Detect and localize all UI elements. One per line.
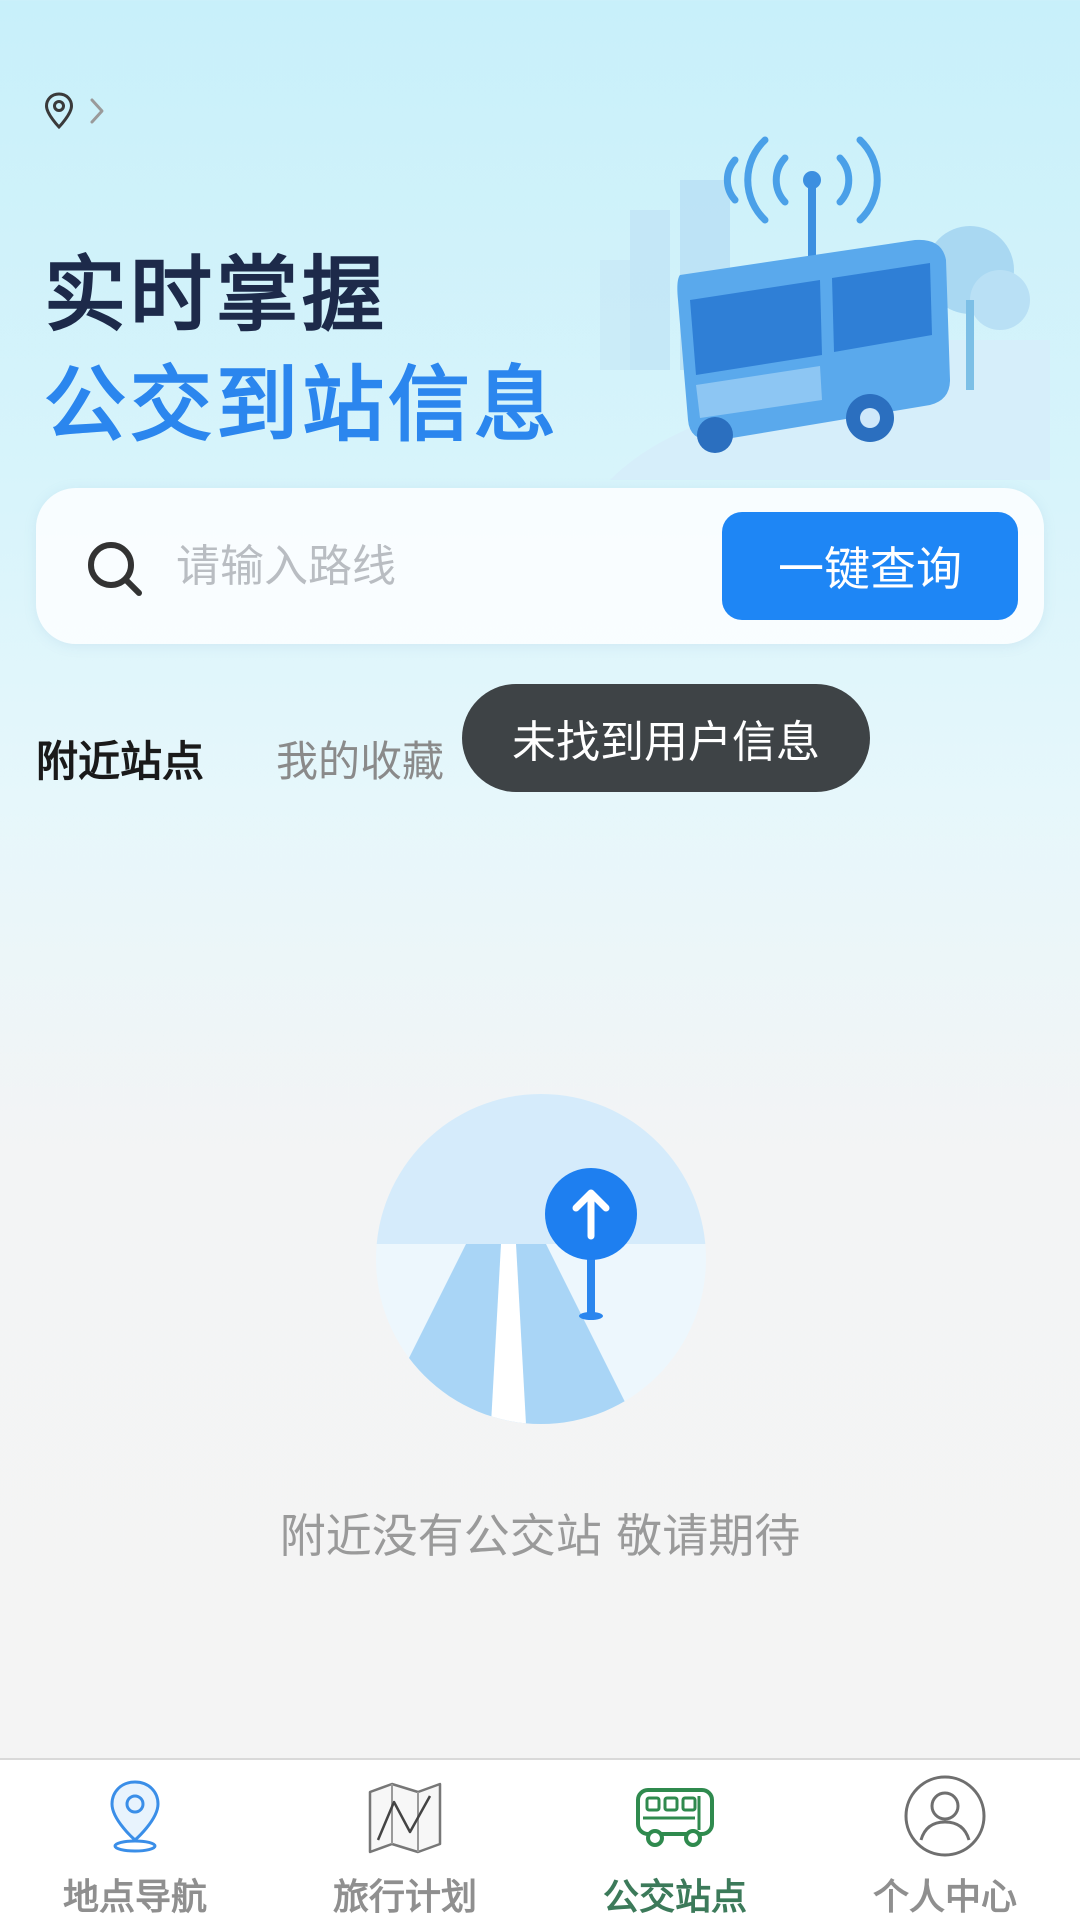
nav-label: 公交站点 xyxy=(602,1877,747,1918)
tab-nearby-stations[interactable]: 附近站点 xyxy=(36,728,204,789)
user-icon xyxy=(903,1775,987,1862)
folded-map-icon xyxy=(366,1778,444,1858)
empty-state-text: 附近没有公交站 敬请期待 xyxy=(279,1509,801,1563)
location-pin-icon xyxy=(44,92,74,130)
search-input[interactable] xyxy=(176,536,696,596)
road-signpost-illustration xyxy=(376,1094,706,1424)
hero-subtitle: 公交到站信息 xyxy=(44,358,561,453)
hero-title: 实时掌握 xyxy=(44,248,389,343)
nav-item-bus-stations[interactable]: 公交站点 xyxy=(540,1760,810,1920)
location-pin-icon xyxy=(105,1778,165,1858)
bottom-nav: 地点导航 旅行计划 公交站点 个人中心 xyxy=(0,1758,1080,1920)
nav-item-travel-plan[interactable]: 旅行计划 xyxy=(270,1760,540,1920)
search-button[interactable]: 一键查询 xyxy=(722,512,1018,620)
bus-icon xyxy=(635,1778,715,1852)
nav-label: 旅行计划 xyxy=(332,1877,477,1918)
nav-item-location-navigation[interactable]: 地点导航 xyxy=(0,1760,270,1920)
bus-signal-illustration xyxy=(600,136,1050,480)
search-icon xyxy=(84,538,146,604)
chevron-right-icon xyxy=(88,96,106,126)
location-selector[interactable] xyxy=(44,92,106,130)
nav-item-profile[interactable]: 个人中心 xyxy=(810,1760,1080,1920)
tab-favorites[interactable]: 我的收藏 xyxy=(276,728,444,789)
toast-message: 未找到用户信息 xyxy=(462,684,870,792)
nav-label: 个人中心 xyxy=(872,1877,1017,1918)
nav-label: 地点导航 xyxy=(62,1877,207,1918)
